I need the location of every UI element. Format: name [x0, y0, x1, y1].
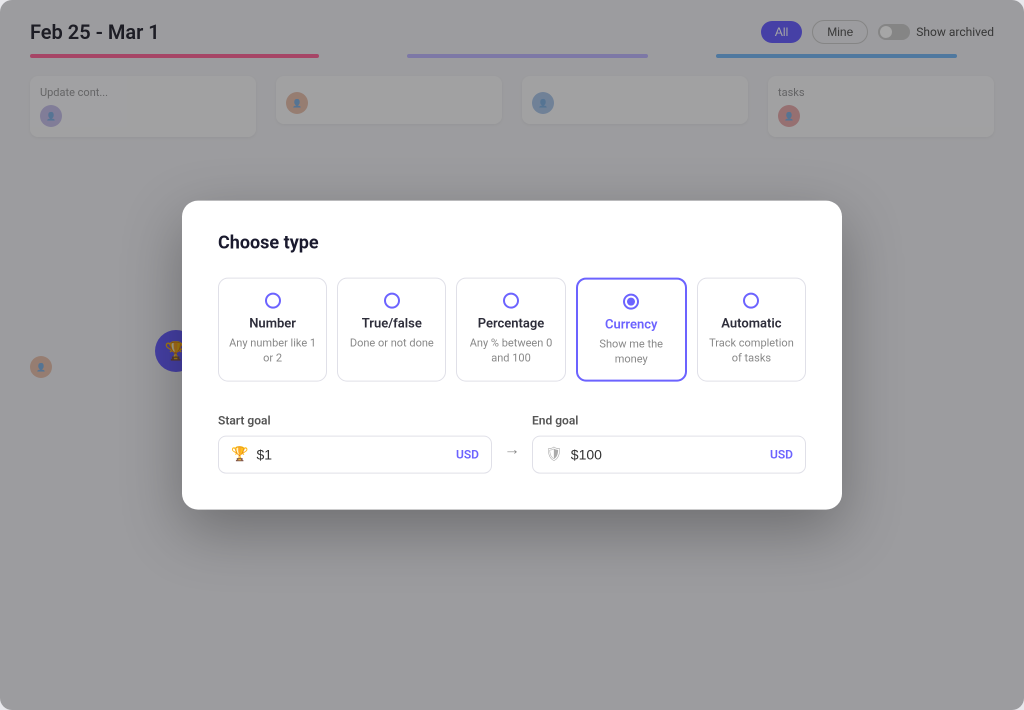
type-option-automatic[interactable]: Automatic Track completion of tasks	[697, 278, 806, 382]
type-desc-number: Any number like 1 or 2	[229, 336, 316, 367]
type-name-true-false: True/false	[348, 317, 435, 332]
radio-currency	[623, 294, 639, 310]
start-currency-label: USD	[456, 447, 479, 461]
type-name-percentage: Percentage	[467, 317, 554, 332]
end-goal-field: End goal 🛡 USD	[532, 413, 806, 473]
radio-percentage	[503, 293, 519, 309]
radio-number	[265, 293, 281, 309]
choose-type-modal: Choose type Number Any number like 1 or …	[182, 201, 842, 510]
start-trophy-icon: 🏆	[231, 446, 248, 462]
type-desc-currency: Show me the money	[588, 337, 675, 368]
type-option-percentage[interactable]: Percentage Any % between 0 and 100	[456, 278, 565, 382]
type-options-container: Number Any number like 1 or 2 True/false…	[218, 278, 806, 382]
end-shield-icon: 🛡	[545, 446, 563, 462]
end-goal-label: End goal	[532, 413, 806, 427]
type-desc-true-false: Done or not done	[348, 336, 435, 351]
type-option-currency[interactable]: Currency Show me the money	[576, 278, 687, 382]
type-desc-percentage: Any % between 0 and 100	[467, 336, 554, 367]
type-name-currency: Currency	[588, 318, 675, 333]
radio-true-false	[384, 293, 400, 309]
end-goal-input-wrap[interactable]: 🛡 USD	[532, 435, 806, 473]
type-option-true-false[interactable]: True/false Done or not done	[337, 278, 446, 382]
end-goal-input[interactable]	[571, 446, 762, 462]
arrow-icon: →	[504, 439, 520, 473]
end-currency-label: USD	[770, 447, 793, 461]
type-name-number: Number	[229, 317, 316, 332]
type-name-automatic: Automatic	[708, 317, 795, 332]
start-goal-field: Start goal 🏆 USD	[218, 413, 492, 473]
radio-automatic	[743, 293, 759, 309]
type-desc-automatic: Track completion of tasks	[708, 336, 795, 367]
goal-fields: Start goal 🏆 USD → End goal 🛡 USD	[218, 413, 806, 473]
start-goal-input-wrap[interactable]: 🏆 USD	[218, 435, 492, 473]
start-goal-input[interactable]	[256, 446, 448, 462]
modal-title: Choose type	[218, 233, 806, 254]
start-goal-label: Start goal	[218, 413, 492, 427]
type-option-number[interactable]: Number Any number like 1 or 2	[218, 278, 327, 382]
